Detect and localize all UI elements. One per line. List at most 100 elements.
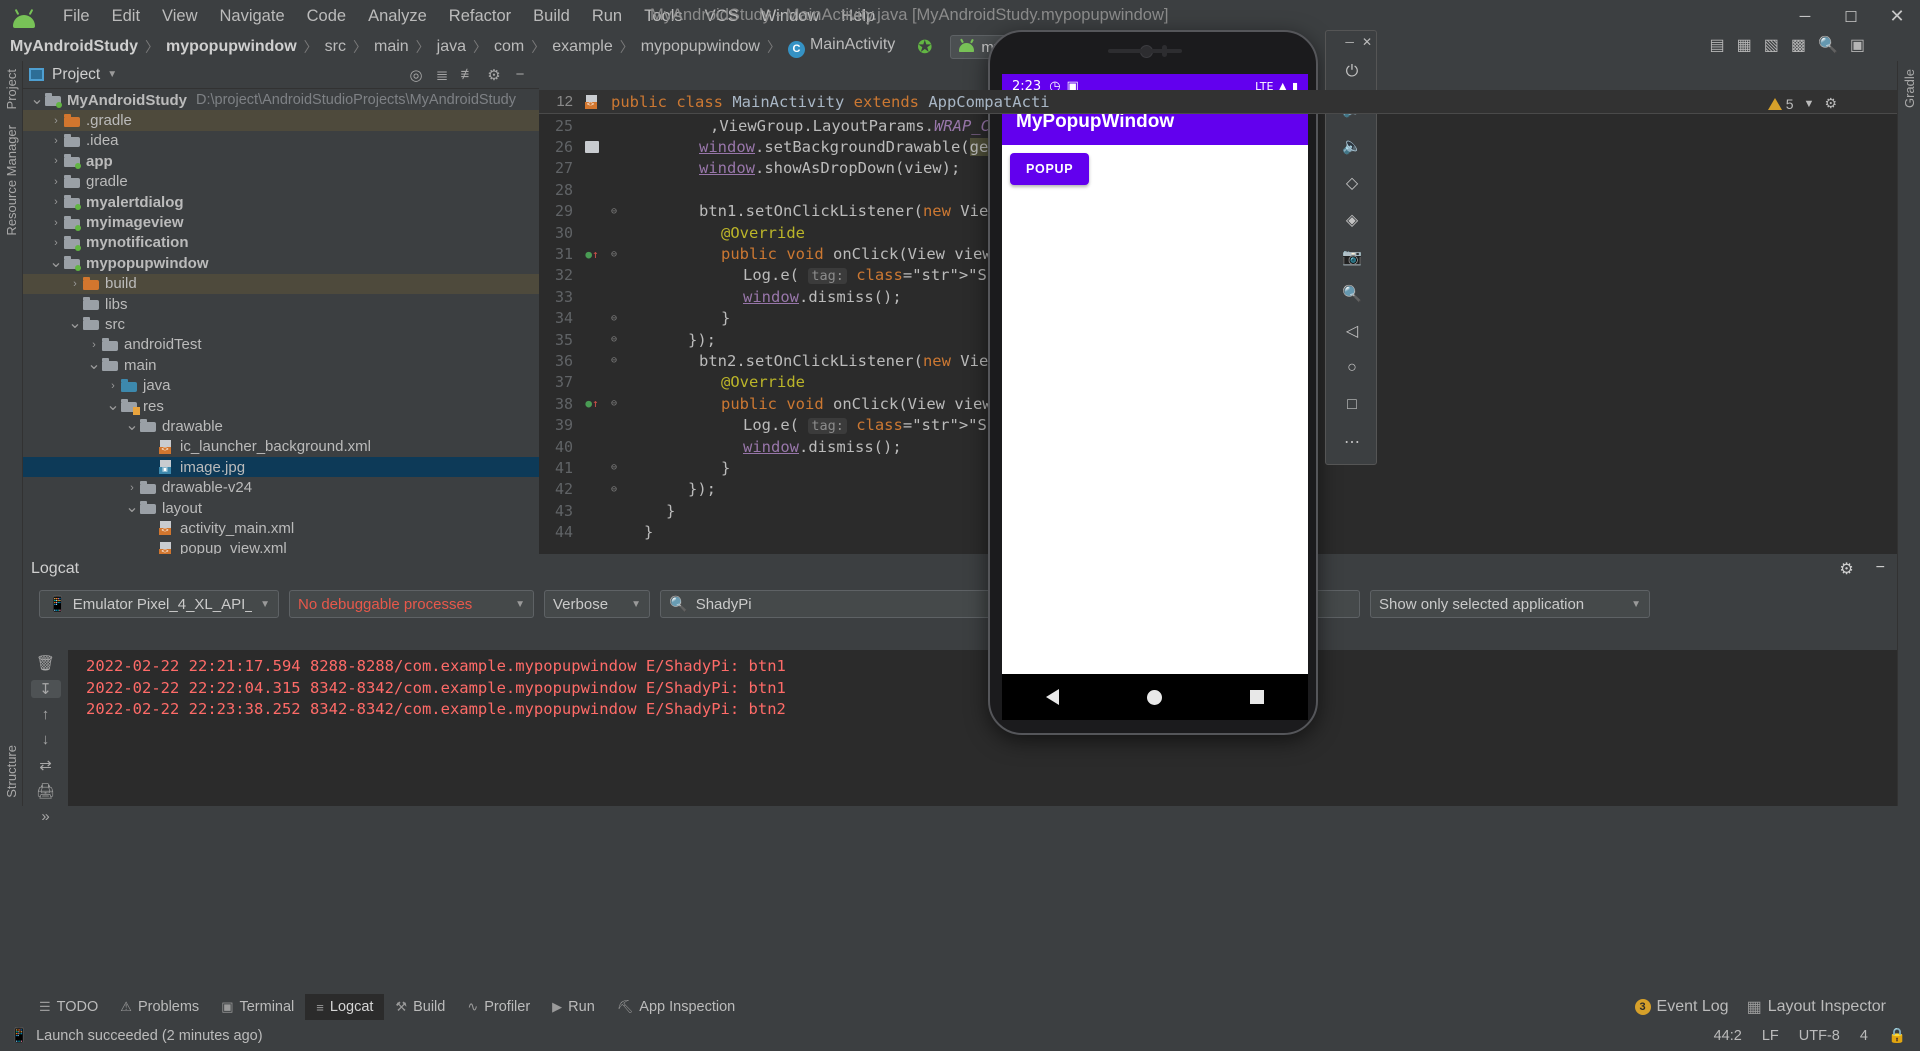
override-marker-icon[interactable]: ● ↑: [581, 397, 603, 410]
build-hammer-icon[interactable]: ✪: [917, 37, 932, 58]
scroll-down-icon[interactable]: ↓: [31, 731, 61, 748]
back-icon[interactable]: [1046, 689, 1059, 705]
code-fold-marker[interactable]: ⊖: [603, 355, 625, 366]
more-options-icon[interactable]: »: [31, 808, 61, 825]
code-fold-marker[interactable]: ⊖: [603, 206, 625, 217]
chevron-down-icon[interactable]: ⌄: [124, 418, 140, 434]
locate-icon[interactable]: ◎: [403, 62, 429, 88]
process-selector[interactable]: No debuggable processes ▼: [289, 590, 534, 618]
breadcrumb-item-com[interactable]: com: [494, 38, 524, 56]
tree-node[interactable]: › build: [23, 273, 539, 294]
home-icon[interactable]: [1147, 689, 1162, 705]
menu-item-build[interactable]: Build: [522, 5, 581, 28]
menu-item-code[interactable]: Code: [296, 5, 357, 28]
tree-node[interactable]: ⌄ main: [23, 355, 539, 375]
minimize-icon[interactable]: ─: [1345, 35, 1354, 49]
logcat-settings-icon[interactable]: ⚙: [1839, 559, 1853, 579]
tree-node[interactable]: libs: [23, 294, 539, 314]
maximize-window-button[interactable]: ☐: [1828, 0, 1874, 33]
menu-item-edit[interactable]: Edit: [101, 5, 151, 28]
bottom-tab-profiler[interactable]: ∿ Profiler: [456, 994, 541, 1020]
chevron-right-icon[interactable]: ›: [48, 176, 64, 188]
account-icon[interactable]: ▣: [1850, 35, 1865, 55]
camera-icon[interactable]: 📷: [1326, 238, 1378, 275]
hide-panel-icon[interactable]: −: [507, 62, 533, 88]
device-manager-icon[interactable]: ▩: [1791, 35, 1806, 55]
breadcrumb-item-src[interactable]: src: [325, 38, 346, 56]
chevron-right-icon[interactable]: ›: [67, 278, 83, 290]
breadcrumb-item-main[interactable]: main: [374, 38, 409, 56]
log-level-selector[interactable]: Verbose ▼: [544, 590, 650, 618]
android-nav-bar[interactable]: [1002, 674, 1308, 720]
tree-node[interactable]: › .idea: [23, 131, 539, 151]
layout-inspector-button[interactable]: ▦ Layout Inspector: [1747, 997, 1886, 1017]
tree-node[interactable]: ⌄ layout: [23, 498, 539, 518]
print-icon[interactable]: 🖨: [31, 782, 61, 800]
more-options-icon[interactable]: ⋯: [1326, 423, 1378, 460]
chevron-right-icon[interactable]: ›: [48, 155, 64, 167]
chevron-down-icon[interactable]: ⌄: [105, 398, 121, 414]
device-selector[interactable]: 📱 Emulator Pixel_4_XL_API_30 Andr ▼: [39, 590, 279, 618]
chevron-right-icon[interactable]: ›: [48, 217, 64, 229]
power-icon[interactable]: ⏻: [1326, 53, 1378, 90]
tree-node[interactable]: › drawable-v24: [23, 477, 539, 497]
tree-node[interactable]: › androidTest: [23, 335, 539, 355]
zoom-icon[interactable]: 🔍: [1326, 275, 1378, 312]
caret-position[interactable]: 44:2: [1714, 1028, 1742, 1044]
chevron-down-icon[interactable]: ⌄: [86, 357, 102, 373]
chevron-right-icon[interactable]: ›: [105, 380, 121, 392]
breadcrumb-item-java[interactable]: java: [437, 38, 466, 56]
chevron-down-icon[interactable]: ⌄: [29, 92, 45, 108]
tree-node[interactable]: › gradle: [23, 172, 539, 192]
tree-node[interactable]: <> ic_launcher_background.xml: [23, 437, 539, 457]
tool-tab-project[interactable]: Project: [0, 61, 23, 117]
menu-item-file[interactable]: File: [52, 5, 101, 28]
tool-tab-structure[interactable]: Structure: [0, 737, 23, 806]
chevron-down-icon[interactable]: ▼: [1804, 98, 1815, 110]
chevron-right-icon[interactable]: ›: [86, 339, 102, 351]
bottom-tab-logcat[interactable]: ≡ Logcat: [305, 994, 385, 1020]
menu-item-view[interactable]: View: [151, 5, 208, 28]
settings-gear-icon[interactable]: ⚙: [481, 62, 507, 88]
code-fold-marker[interactable]: ⊖: [603, 462, 625, 473]
tree-node[interactable]: › app: [23, 151, 539, 171]
file-encoding[interactable]: UTF-8: [1799, 1028, 1840, 1044]
emulator-screen[interactable]: 2:23 ◷ ▣ LTE ▲ ▮ MyPopupWindow POPUP: [1002, 74, 1308, 720]
code-fold-marker[interactable]: ⊖: [603, 398, 625, 409]
bottom-tab-build[interactable]: ⚒ Build: [384, 994, 456, 1020]
bottom-tab-problems[interactable]: ⚠ Problems: [109, 994, 210, 1020]
search-everywhere-icon[interactable]: 🔍: [1818, 35, 1838, 55]
menu-item-run[interactable]: Run: [581, 5, 633, 28]
project-tree[interactable]: ⌄ MyAndroidStudy D:\project\AndroidStudioP…: [23, 90, 539, 554]
code-fold-marker[interactable]: ⊖: [603, 334, 625, 345]
tree-node[interactable]: <> popup_view.xml: [23, 539, 539, 554]
inspection-warnings-badge[interactable]: 5 ▼ ⚙: [1767, 95, 1837, 112]
emulator-window[interactable]: 2:23 ◷ ▣ LTE ▲ ▮ MyPopupWindow POPUP: [988, 30, 1318, 735]
chevron-right-icon[interactable]: ›: [48, 135, 64, 147]
tool-tab-gradle[interactable]: Gradle: [1898, 61, 1920, 116]
tree-node[interactable]: › mynotification: [23, 233, 539, 253]
tree-node[interactable]: › java: [23, 375, 539, 395]
profiler-icon[interactable]: ▧: [1764, 35, 1779, 55]
collapse-all-icon[interactable]: ≣: [429, 62, 455, 88]
sdk-manager-icon[interactable]: ▦: [1737, 35, 1752, 55]
avd-manager-icon[interactable]: ▤: [1709, 35, 1724, 55]
recents-icon[interactable]: □: [1326, 386, 1378, 423]
image-preview-icon[interactable]: [581, 141, 603, 154]
tree-node[interactable]: › myimageview: [23, 212, 539, 232]
chevron-down-icon[interactable]: ▼: [107, 69, 117, 80]
tree-node[interactable]: › myalertdialog: [23, 192, 539, 212]
home-icon[interactable]: ○: [1326, 349, 1378, 386]
bottom-tab-todo[interactable]: ☰ TODO: [28, 994, 109, 1020]
bottom-tab-run[interactable]: ▶ Run: [541, 994, 606, 1020]
app-content[interactable]: POPUP: [1002, 145, 1308, 674]
bottom-tab-terminal[interactable]: ▣ Terminal: [210, 994, 305, 1020]
tree-node[interactable]: <> activity_main.xml: [23, 518, 539, 538]
menu-item-refactor[interactable]: Refactor: [438, 5, 522, 28]
chevron-right-icon[interactable]: ›: [48, 196, 64, 208]
override-marker-icon[interactable]: ● ↑: [581, 248, 603, 261]
code-fold-marker[interactable]: ⊖: [603, 313, 625, 324]
rotate-left-icon[interactable]: ◇: [1326, 164, 1378, 201]
logcat-output[interactable]: 2022-02-22 22:21:17.594 8288-8288/com.ex…: [68, 650, 1897, 806]
code-fold-marker[interactable]: ⊖: [603, 484, 625, 495]
